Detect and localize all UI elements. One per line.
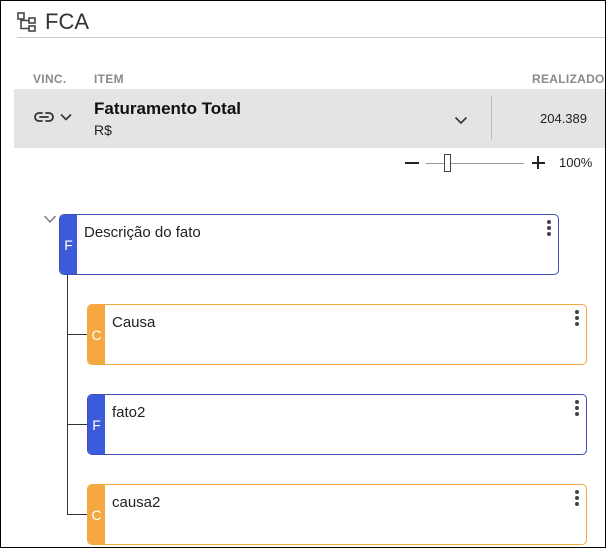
type-badge-fato: F	[88, 395, 105, 454]
more-vert-icon[interactable]	[574, 490, 580, 510]
fato-card-root[interactable]: F Descrição do fato	[59, 214, 559, 275]
tree-connector	[67, 274, 68, 514]
card-label: causa2	[112, 494, 161, 511]
tree-connector-branch	[67, 424, 87, 425]
fca-panel: FCA VINC. ITEM REALIZADO Faturamento Tot…	[0, 0, 606, 548]
more-vert-icon[interactable]	[574, 310, 580, 330]
indicator-row[interactable]: Faturamento Total R$ 204.389	[14, 89, 605, 148]
link-icon[interactable]	[34, 109, 54, 125]
more-vert-icon[interactable]	[574, 400, 580, 420]
tree-connector-branch	[67, 334, 87, 335]
card-label: Descrição do fato	[84, 224, 201, 241]
column-divider	[491, 96, 492, 140]
causa-card[interactable]: C Causa	[87, 304, 587, 365]
header-divider	[17, 37, 605, 38]
zoom-control: 100%	[401, 153, 601, 173]
zoom-out-icon[interactable]	[405, 162, 419, 164]
column-header-vinc: VINC.	[33, 72, 67, 86]
tree-connector-branch	[67, 514, 87, 515]
panel-header: FCA	[17, 7, 605, 37]
column-header-realizado: REALIZADO	[532, 72, 605, 86]
more-vert-icon[interactable]	[546, 220, 552, 240]
indicator-unit: R$	[94, 122, 112, 138]
fato-card[interactable]: F fato2	[87, 394, 587, 455]
card-label: Causa	[112, 314, 156, 331]
type-badge-causa: C	[88, 305, 105, 364]
column-header-item: ITEM	[94, 72, 124, 86]
realizado-value: 204.389	[540, 111, 587, 126]
zoom-level: 100%	[559, 155, 593, 170]
causa-card[interactable]: C causa2	[87, 484, 587, 545]
zoom-slider-thumb[interactable]	[444, 154, 452, 172]
type-badge-causa: C	[88, 485, 105, 544]
page-title: FCA	[45, 9, 89, 34]
chevron-down-icon[interactable]	[60, 111, 72, 123]
hierarchy-icon	[17, 12, 36, 32]
collapse-chevron-icon[interactable]	[43, 214, 57, 224]
item-dropdown-chevron-icon[interactable]	[454, 113, 468, 127]
zoom-slider-track[interactable]	[426, 163, 524, 164]
indicator-name: Faturamento Total	[94, 99, 242, 118]
zoom-in-icon-vertical[interactable]	[537, 156, 539, 169]
card-label: fato2	[112, 404, 146, 421]
type-badge-fato: F	[60, 215, 77, 274]
